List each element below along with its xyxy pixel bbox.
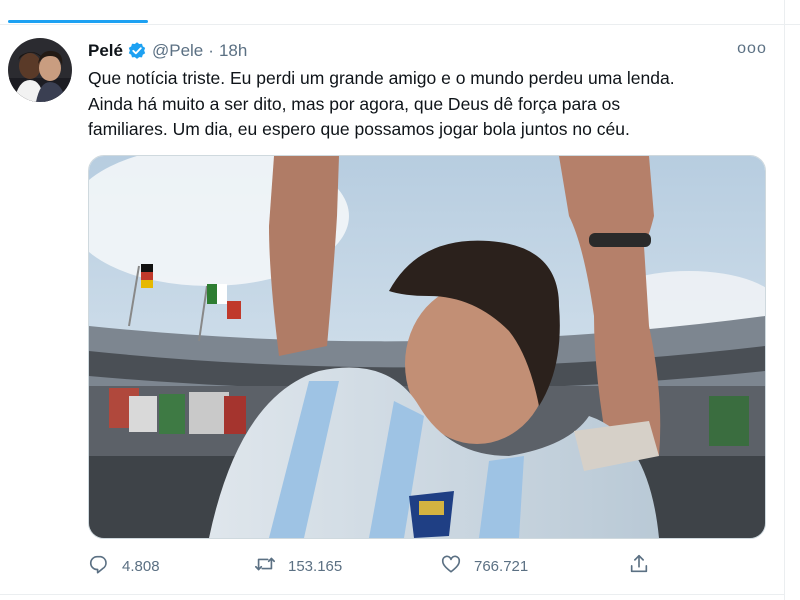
reply-count: 4.808 [122,557,160,575]
tweet-divider [0,594,784,595]
share-button[interactable] [628,553,650,579]
tweet-action-bar: 4.808 153.165 766.721 [88,553,764,579]
author-handle[interactable]: @Pele [152,41,203,61]
like-count: 766.721 [474,557,529,575]
author-name[interactable]: Pelé [88,41,123,61]
tweet-timestamp[interactable]: 18h [219,41,247,61]
retweet-count: 153.165 [288,557,343,575]
retweet-icon [254,553,276,579]
retweet-button[interactable]: 153.165 [254,553,342,579]
timeline-border [784,0,785,600]
active-tab-indicator [8,20,148,23]
heart-icon [440,553,462,579]
tweet-media-photo[interactable] [88,155,766,539]
avatar[interactable] [8,38,72,102]
tweet-header: Pelé @Pele · 18h [88,40,247,62]
tweet-text: Que notícia triste. Eu perdi um grande a… [88,68,675,139]
reply-icon [88,553,110,579]
share-icon [628,553,650,579]
header-separator: · [208,41,214,60]
more-options-icon[interactable]: ooo [737,40,767,57]
verified-badge-icon [127,41,147,61]
reply-button[interactable]: 4.808 [88,553,160,579]
like-button[interactable]: 766.721 [440,553,528,579]
